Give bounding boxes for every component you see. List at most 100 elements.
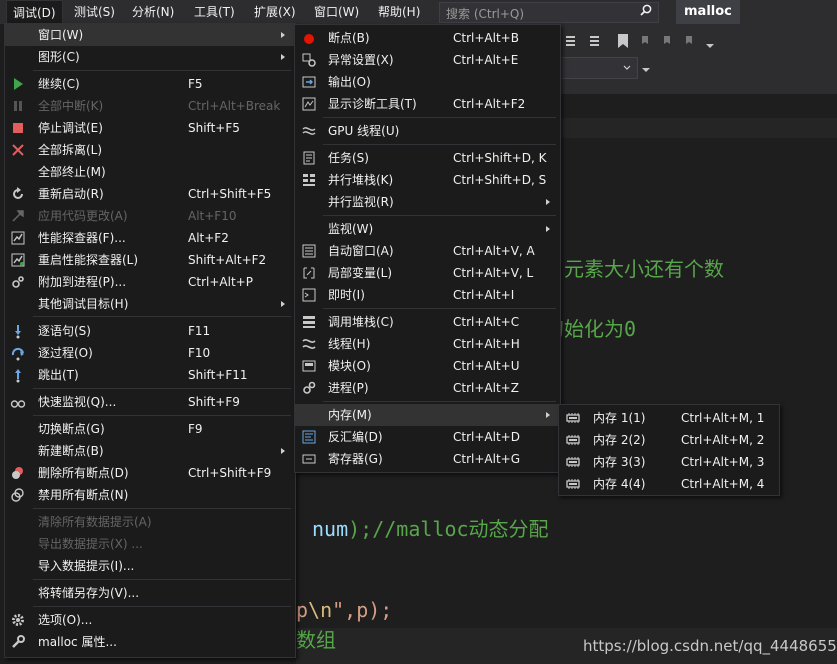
- menubar-item[interactable]: 扩展(X): [248, 0, 302, 24]
- window-menu-item[interactable]: 异常设置(X) Ctrl+Alt+E: [295, 49, 560, 71]
- debug-menu-item[interactable]: 选项(O)...: [5, 609, 295, 631]
- menubar-item[interactable]: 调试(D): [6, 0, 63, 24]
- window-menu-item[interactable]: 显示诊断工具(T) Ctrl+Alt+F2: [295, 93, 560, 115]
- menu-item-label: 选项(O)...: [38, 613, 93, 627]
- menubar-item[interactable]: 分析(N): [126, 0, 180, 24]
- debug-menu-item[interactable]: 全部终止(M): [5, 161, 295, 183]
- menu-item-label: 输出(O): [328, 75, 371, 89]
- code-line-malloc: num);//malloc动态分配: [312, 513, 549, 542]
- debug-menu-item[interactable]: 将转储另存为(V)...: [5, 582, 295, 604]
- window-menu-item[interactable]: 输出(O): [295, 71, 560, 93]
- step-out-icon: [10, 367, 26, 383]
- debug-menu-item[interactable]: 切换断点(G) F9: [5, 418, 295, 440]
- menu-item-label: 窗口(W): [38, 28, 84, 42]
- window-menu-item[interactable]: 即时(I) Ctrl+Alt+I: [295, 284, 560, 306]
- debug-menu-item[interactable]: 删除所有断点(D) Ctrl+Shift+F9: [5, 462, 295, 484]
- debug-menu-item[interactable]: 导入数据提示(I)...: [5, 555, 295, 577]
- menu-separator: [33, 508, 291, 509]
- window-menu-item[interactable]: 断点(B) Ctrl+Alt+B: [295, 27, 560, 49]
- menu-item-label: 禁用所有断点(N): [38, 488, 129, 502]
- debug-menu-item[interactable]: 跳出(T) Shift+F11: [5, 364, 295, 386]
- output-icon: [301, 74, 317, 90]
- code-printf-rest: ",p);: [332, 598, 393, 622]
- menubar-item[interactable]: 工具(T): [188, 0, 241, 24]
- menubar-item[interactable]: 窗口(W): [308, 0, 365, 24]
- debug-menu-item[interactable]: 附加到进程(P)... Ctrl+Alt+P: [5, 271, 295, 293]
- disable-breakpoints-icon: [10, 487, 26, 503]
- debug-menu-item[interactable]: 全部中断(K) Ctrl+Alt+Break: [5, 95, 295, 117]
- submenu-arrow-icon: [546, 412, 550, 418]
- window-menu-item[interactable]: 局部变量(L) Ctrl+Alt+V, L: [295, 262, 560, 284]
- solution-title: malloc: [676, 0, 740, 24]
- submenu-arrow-icon: [281, 301, 285, 307]
- menu-item-shortcut: Ctrl+Alt+M, 4: [681, 477, 765, 491]
- menu-item-shortcut: Ctrl+Alt+M, 1: [681, 411, 765, 425]
- gear-icon: [10, 612, 26, 628]
- window-menu-item[interactable]: 进程(P) Ctrl+Alt+Z: [295, 377, 560, 399]
- menubar-item[interactable]: 帮助(H): [372, 0, 426, 24]
- debug-menu-item[interactable]: 继续(C) F5: [5, 73, 295, 95]
- window-menu-item[interactable]: 并行堆栈(K) Ctrl+Shift+D, S: [295, 169, 560, 191]
- debug-menu-item[interactable]: malloc 属性...: [5, 631, 295, 653]
- call-stack-icon: [301, 314, 317, 330]
- menu-item-label: 重新启动(R): [38, 187, 104, 201]
- window-menu-item[interactable]: 监视(W): [295, 218, 560, 240]
- menu-item-label: 快速监视(Q)...: [38, 395, 117, 409]
- debug-menu-item[interactable]: 图形(C): [5, 46, 295, 68]
- debug-menu-item[interactable]: 逐语句(S) F11: [5, 320, 295, 342]
- debug-menu-item[interactable]: 全部拆离(L): [5, 139, 295, 161]
- search-box[interactable]: 搜索 (Ctrl+Q): [439, 2, 659, 23]
- debug-menu-item[interactable]: 性能探查器(F)... Alt+F2: [5, 227, 295, 249]
- debug-menu-item[interactable]: 导出数据提示(X) ...: [5, 533, 295, 555]
- memory-submenu: 内存 1(1) Ctrl+Alt+M, 1 内存 2(2) Ctrl+Alt+M, 2…: [558, 404, 780, 496]
- menu-item-shortcut: Ctrl+Alt+G: [453, 452, 521, 466]
- memory-menu-item[interactable]: 内存 1(1) Ctrl+Alt+M, 1: [559, 407, 779, 429]
- menu-item-shortcut: Ctrl+Alt+V, L: [453, 266, 534, 280]
- window-menu-item[interactable]: 内存(M): [295, 404, 560, 426]
- window-menu-item[interactable]: 反汇编(D) Ctrl+Alt+D: [295, 426, 560, 448]
- debug-menu-item[interactable]: 清除所有数据提示(A): [5, 511, 295, 533]
- debug-menu-item[interactable]: 重启性能探查器(L) Shift+Alt+F2: [5, 249, 295, 271]
- menu-item-shortcut: Ctrl+Alt+D: [453, 430, 520, 444]
- menu-item-shortcut: Ctrl+Alt+B: [453, 31, 519, 45]
- menu-item-shortcut: Ctrl+Shift+F9: [188, 466, 272, 480]
- menu-item-label: 全部拆离(L): [38, 143, 103, 157]
- menu-item-label: 寄存器(G): [328, 452, 383, 466]
- memory-menu-item[interactable]: 内存 4(4) Ctrl+Alt+M, 4: [559, 473, 779, 495]
- menu-item-label: 并行堆栈(K): [328, 173, 394, 187]
- glasses-icon: [10, 394, 26, 410]
- menu-item-label: 调用堆栈(C): [328, 315, 394, 329]
- debug-menu-item[interactable]: 窗口(W): [5, 24, 295, 46]
- window-menu-item[interactable]: 寄存器(G) Ctrl+Alt+G: [295, 448, 560, 470]
- memory-menu-item[interactable]: 内存 3(3) Ctrl+Alt+M, 3: [559, 451, 779, 473]
- window-menu-item[interactable]: 任务(S) Ctrl+Shift+D, K: [295, 147, 560, 169]
- menubar-item[interactable]: 测试(S): [68, 0, 121, 24]
- window-menu-item[interactable]: 线程(H) Ctrl+Alt+H: [295, 333, 560, 355]
- menu-item-shortcut: Ctrl+Alt+C: [453, 315, 520, 329]
- menu-item-label: 逐过程(O): [38, 346, 93, 360]
- debug-menu-item[interactable]: 其他调试目标(H): [5, 293, 295, 315]
- configuration-dropdown[interactable]: [560, 57, 638, 79]
- window-menu-item[interactable]: 并行监视(R): [295, 191, 560, 213]
- window-menu-item[interactable]: GPU 线程(U): [295, 120, 560, 142]
- debug-menu-item[interactable]: 快速监视(Q)... Shift+F9: [5, 391, 295, 413]
- code-printf-p: p: [296, 598, 309, 622]
- debug-menu-item[interactable]: 重新启动(R) Ctrl+Shift+F5: [5, 183, 295, 205]
- debug-menu-item[interactable]: 停止调试(E) Shift+F5: [5, 117, 295, 139]
- window-menu-item[interactable]: 模块(O) Ctrl+Alt+U: [295, 355, 560, 377]
- debug-menu-item[interactable]: 逐过程(O) F10: [5, 342, 295, 364]
- menu-item-label: 内存 3(3): [593, 455, 646, 469]
- debug-menu-item[interactable]: 禁用所有断点(N): [5, 484, 295, 506]
- menu-item-shortcut: Ctrl+Alt+Z: [453, 381, 519, 395]
- profiler-restart-icon: [10, 252, 26, 268]
- window-menu-item[interactable]: 调用堆栈(C) Ctrl+Alt+C: [295, 311, 560, 333]
- memory-menu-item[interactable]: 内存 2(2) Ctrl+Alt+M, 2: [559, 429, 779, 451]
- debug-menu-item[interactable]: 新建断点(B): [5, 440, 295, 462]
- menu-separator: [323, 215, 556, 216]
- menu-item-label: 监视(W): [328, 222, 374, 236]
- window-menu-item[interactable]: 自动窗口(A) Ctrl+Alt+V, A: [295, 240, 560, 262]
- menu-item-label: 应用代码更改(A): [38, 209, 128, 223]
- menu-item-label: 内存 2(2): [593, 433, 646, 447]
- debug-menu-item[interactable]: 应用代码更改(A) Alt+F10: [5, 205, 295, 227]
- diagnostics-icon: [301, 96, 317, 112]
